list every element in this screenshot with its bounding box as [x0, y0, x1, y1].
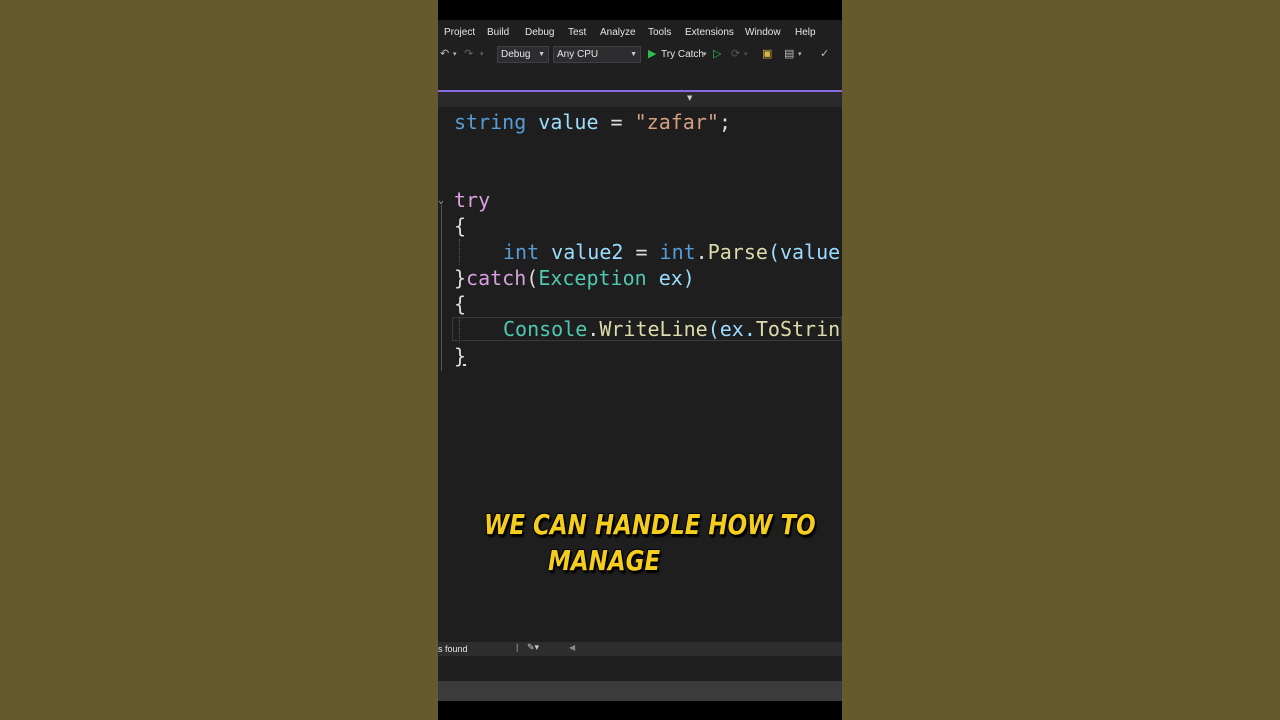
chevron-down-icon: ▼ — [538, 51, 545, 58]
ide-window: Project Build Debug Test Analyze Tools E… — [438, 0, 842, 720]
status-divider: | — [516, 642, 519, 652]
start-debugging-icon[interactable]: ▶ — [648, 47, 656, 60]
editor-status-bar: s found | ✎▾ ◀ — [438, 642, 842, 656]
menu-bar: Project Build Debug Test Analyze Tools E… — [438, 20, 842, 44]
menu-analyze[interactable]: Analyze — [600, 27, 636, 38]
layout-dropdown-icon[interactable]: ▾ — [798, 50, 802, 58]
undo-icon[interactable]: ↶ — [440, 47, 449, 60]
menu-debug[interactable]: Debug — [525, 27, 554, 38]
redo-dropdown-icon[interactable]: ▾ — [480, 50, 484, 58]
bottom-scrollbar[interactable] — [438, 681, 842, 701]
platform-select[interactable]: Any CPU ▼ — [553, 46, 641, 63]
menu-test[interactable]: Test — [568, 27, 586, 38]
navigation-dropdown-icon[interactable]: ▼ — [687, 94, 692, 102]
menu-help[interactable]: Help — [795, 27, 816, 38]
code-line-parse: int value2 = int.Parse(value — [503, 240, 841, 264]
window-layout-icon[interactable]: ▤ — [784, 47, 794, 60]
fold-guide — [441, 205, 442, 371]
hot-reload-dropdown-icon[interactable]: ▾ — [744, 50, 748, 58]
undo-dropdown-icon[interactable]: ▾ — [453, 50, 457, 58]
chevron-down-icon: ▼ — [630, 51, 637, 58]
menu-build[interactable]: Build — [487, 27, 509, 38]
config-select[interactable]: Debug ▼ — [497, 46, 549, 63]
left-backdrop — [0, 0, 438, 720]
top-letterbox — [438, 0, 842, 20]
menu-window[interactable]: Window — [745, 27, 781, 38]
code-line-catch: }catch(Exception ex) — [454, 266, 695, 290]
output-pane — [438, 656, 842, 681]
run-target-label[interactable]: Try Catch — [661, 49, 704, 60]
indent-guide-1 — [459, 239, 460, 265]
code-line-open-brace-2: { — [454, 292, 467, 316]
bottom-letterbox — [438, 701, 842, 720]
code-line-open-brace-1: { — [454, 214, 467, 238]
redo-icon[interactable]: ↷ — [464, 47, 473, 60]
code-line-1: string value = "zafar"; — [454, 110, 731, 134]
scroll-left-icon[interactable]: ◀ — [569, 643, 575, 652]
caption-line-1: WE CAN HANDLE HOW TO — [484, 508, 816, 541]
menu-extensions[interactable]: Extensions — [685, 27, 734, 38]
menu-tools[interactable]: Tools — [648, 27, 671, 38]
code-cleanup-icon[interactable]: ✎▾ — [527, 642, 539, 653]
spell-check-icon[interactable]: ✓ — [820, 47, 829, 60]
platform-value: Any CPU — [557, 49, 599, 60]
solution-explorer-icon[interactable]: ▣ — [762, 47, 772, 60]
right-backdrop — [842, 0, 1280, 720]
config-value: Debug — [501, 49, 531, 60]
issues-found-label[interactable]: s found — [438, 644, 468, 654]
code-line-close-brace: } — [454, 344, 467, 368]
caption-line-2: MANAGE — [548, 544, 661, 577]
start-without-debugging-icon[interactable]: ▷ — [713, 47, 721, 60]
hot-reload-icon[interactable]: ⟳ — [731, 47, 740, 60]
toolbar: ↶ ▾ ↷ ▾ Debug ▼ Any CPU ▼ ▶ Try Catch ▾ … — [438, 44, 842, 66]
code-line-try: try — [454, 188, 491, 212]
code-line-writeline: Console.WriteLine(ex.ToStrin — [503, 317, 841, 341]
menu-project[interactable]: Project — [444, 27, 475, 38]
run-dropdown-icon[interactable]: ▾ — [703, 50, 707, 58]
navigation-bar: ▼ — [438, 92, 842, 107]
